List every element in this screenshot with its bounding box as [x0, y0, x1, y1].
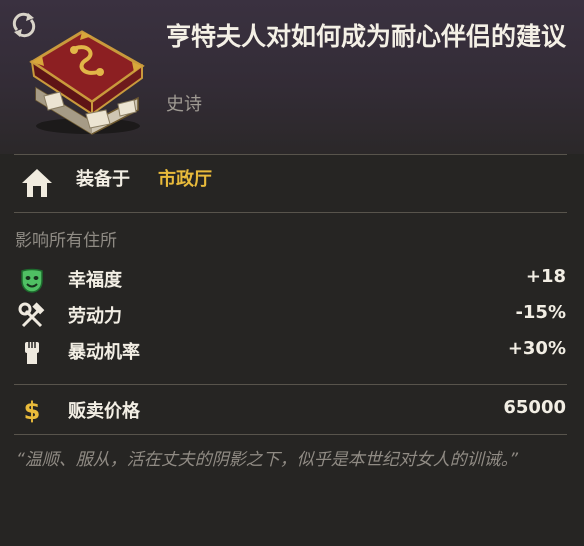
stat-value: +18 — [525, 266, 566, 287]
effects-scope-title: 影响所有住所 — [15, 231, 117, 251]
divider — [14, 384, 567, 385]
item-title: 亨特夫人对如何成为耐心伴侣的建议 — [166, 22, 567, 51]
item-header: 亨特夫人对如何成为耐心伴侣的建议 史诗 — [0, 0, 584, 154]
divider — [14, 154, 567, 155]
svg-text:$: $ — [24, 397, 41, 424]
divider — [14, 212, 567, 213]
raised-fist-icon — [25, 342, 39, 364]
stat-row-happiness: 幸福度 +18 — [0, 264, 584, 300]
stat-value: +30% — [507, 338, 566, 359]
sell-value: 65000 — [503, 397, 566, 418]
stat-row-riot-chance: 暴动机率 +30% — [0, 336, 584, 372]
stat-label: 劳动力 — [68, 306, 122, 327]
item-rarity: 史诗 — [166, 94, 202, 115]
house-icon — [22, 169, 52, 197]
equip-label: 装备于 — [76, 169, 130, 190]
equip-building-link[interactable]: 市政厅 — [158, 165, 212, 191]
divider — [14, 434, 567, 435]
happy-mask-icon — [21, 268, 43, 293]
hammer-wrench-icon — [18, 302, 45, 328]
stat-label: 暴动机率 — [68, 342, 140, 363]
stat-label: 幸福度 — [68, 270, 122, 291]
sell-price-row: $ 贩卖价格 65000 — [0, 396, 584, 428]
red-book-icon — [29, 30, 145, 135]
sell-label: 贩卖价格 — [68, 401, 140, 422]
stat-row-workforce: 劳动力 -15% — [0, 300, 584, 336]
dollar-icon: $ — [24, 397, 41, 424]
stat-value: -15% — [515, 302, 566, 323]
equipped-location-row: 装备于 市政厅 — [0, 160, 584, 210]
flavor-text: “温顺、服从，活在丈夫的阴影之下，似乎是本世纪对女人的训诫。” — [16, 450, 519, 470]
